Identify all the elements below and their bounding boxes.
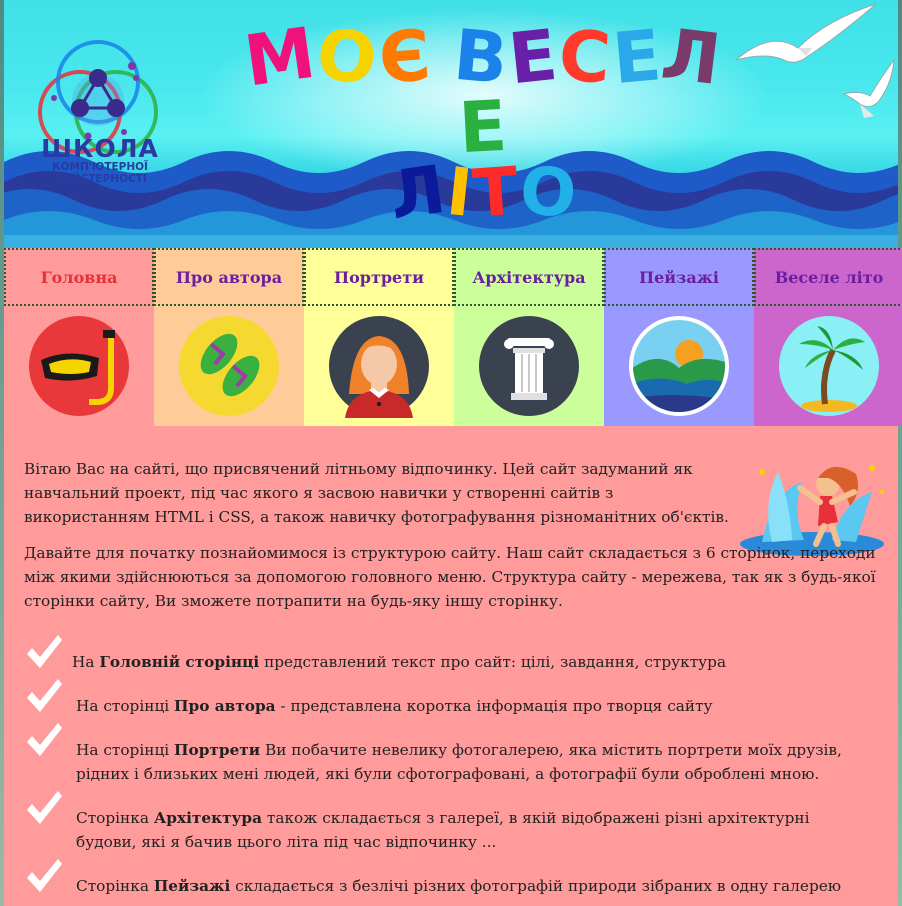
nav-link[interactable]: Портрети [304,248,454,306]
list-item-prefix: На [72,653,100,671]
seagull-icon [842,58,895,118]
backdrop-right [898,0,902,906]
title-letter: В [450,13,513,101]
nav-link[interactable]: Головна [4,248,154,306]
list-item-page-name: Головній сторінці [99,653,260,671]
logo-line1: ШКОЛА [41,134,159,163]
list-item-page-name: Портрети [174,741,261,759]
list-item-text: Сторінка Пейзажі складається з безлічі р… [76,874,848,898]
checkmark-icon [27,791,62,824]
nav-link[interactable]: Пейзажі [604,248,754,306]
logo-line2: КОМП'ЮТЕРНОЇ [52,161,148,173]
header-banner: ШКОЛА КОМП'ЮТЕРНОЇ МАЙСТЕРНОСТІ МОЄ ВЕСЕ… [4,0,898,248]
nav-link[interactable]: Веселе літо [754,248,902,306]
nav-item[interactable]: Головна [4,248,154,426]
list-item-page-name: Архітектура [153,809,263,827]
title-letter: Л [384,150,452,235]
list-item-description: складається з безлічі різних фотографій … [230,877,842,895]
list-item-prefix: Сторінка [76,809,154,827]
column-icon[interactable] [454,306,604,426]
logo-text: ШКОЛА КОМП'ЮТЕРНОЇ МАЙСТЕРНОСТІ [40,136,160,184]
woman-portrait-icon[interactable] [304,306,454,426]
site-title-line2: ЛІТО [224,150,744,234]
list-item-prefix: На сторінці [76,741,175,759]
nav-link[interactable]: Про автора [154,248,304,306]
title-letter: О [313,13,383,101]
intro-paragraph-1: Вітаю Вас на сайті, що присвячений літнь… [24,460,729,526]
main-content: Вітаю Вас на сайті, що присвячений літнь… [4,426,898,906]
title-letter: Е [609,13,666,101]
checkmark-icon [27,723,62,756]
list-item-prefix: Сторінка [76,877,154,895]
nav-link[interactable]: Архітектура [454,248,604,306]
list-item-prefix: На сторінці [76,697,175,715]
site-title: МОЄ ВЕСЕЛЕ ЛІТО [224,11,744,234]
title-letter: Е [505,13,564,101]
flip-flops-icon[interactable] [154,306,304,426]
intro-paragraph-2: Давайте для початку познайомимося із стр… [24,544,876,610]
palm-tree-icon[interactable] [754,306,902,426]
nav-item[interactable]: Архітектура [454,248,604,426]
title-letter: О [516,151,582,234]
list-item-page-name: Пейзажі [153,877,231,895]
nav-item[interactable]: Портрети [304,248,454,426]
title-letter: М [240,11,323,103]
site-title-line1: МОЄ ВЕСЕЛЕ [224,11,744,170]
list-item-description: представлений текст про сайт: цілі, завд… [259,653,727,671]
diving-mask-icon[interactable] [4,306,154,426]
nav-item[interactable]: Веселе літо [754,248,902,426]
nav-item[interactable]: Про автора [154,248,304,426]
checkmark-icon [27,679,62,712]
landscape-icon[interactable] [604,306,754,426]
title-letter: С [556,14,616,100]
page: ШКОЛА КОМП'ЮТЕРНОЇ МАЙСТЕРНОСТІ МОЄ ВЕСЕ… [0,0,902,906]
checkmark-icon [27,635,62,668]
title-letter: Т [470,152,523,233]
list-item-text: На сторінці Портрети Ви побачите невелик… [76,738,848,786]
logo-line3: МАЙСТЕРНОСТІ [53,172,147,185]
title-letter: Л [657,12,728,102]
list-item-text: На Головній сторінці представлений текст… [72,650,852,674]
title-letter: Є [375,14,435,100]
title-letter: Е [456,84,512,170]
checkmark-icon [27,859,62,892]
list-item-page-name: Про автора [174,697,276,715]
list-item-text: На сторінці Про автора - представлена ко… [76,694,848,718]
list-item-description: - представлена коротка інформація про тв… [275,697,713,715]
main-menu: Головна Про автора Портрети Архітектура Пейз… [4,248,902,426]
list-item-text: Сторінка Архітектура також складається з… [76,806,848,854]
nav-item[interactable]: Пейзажі [604,248,754,426]
